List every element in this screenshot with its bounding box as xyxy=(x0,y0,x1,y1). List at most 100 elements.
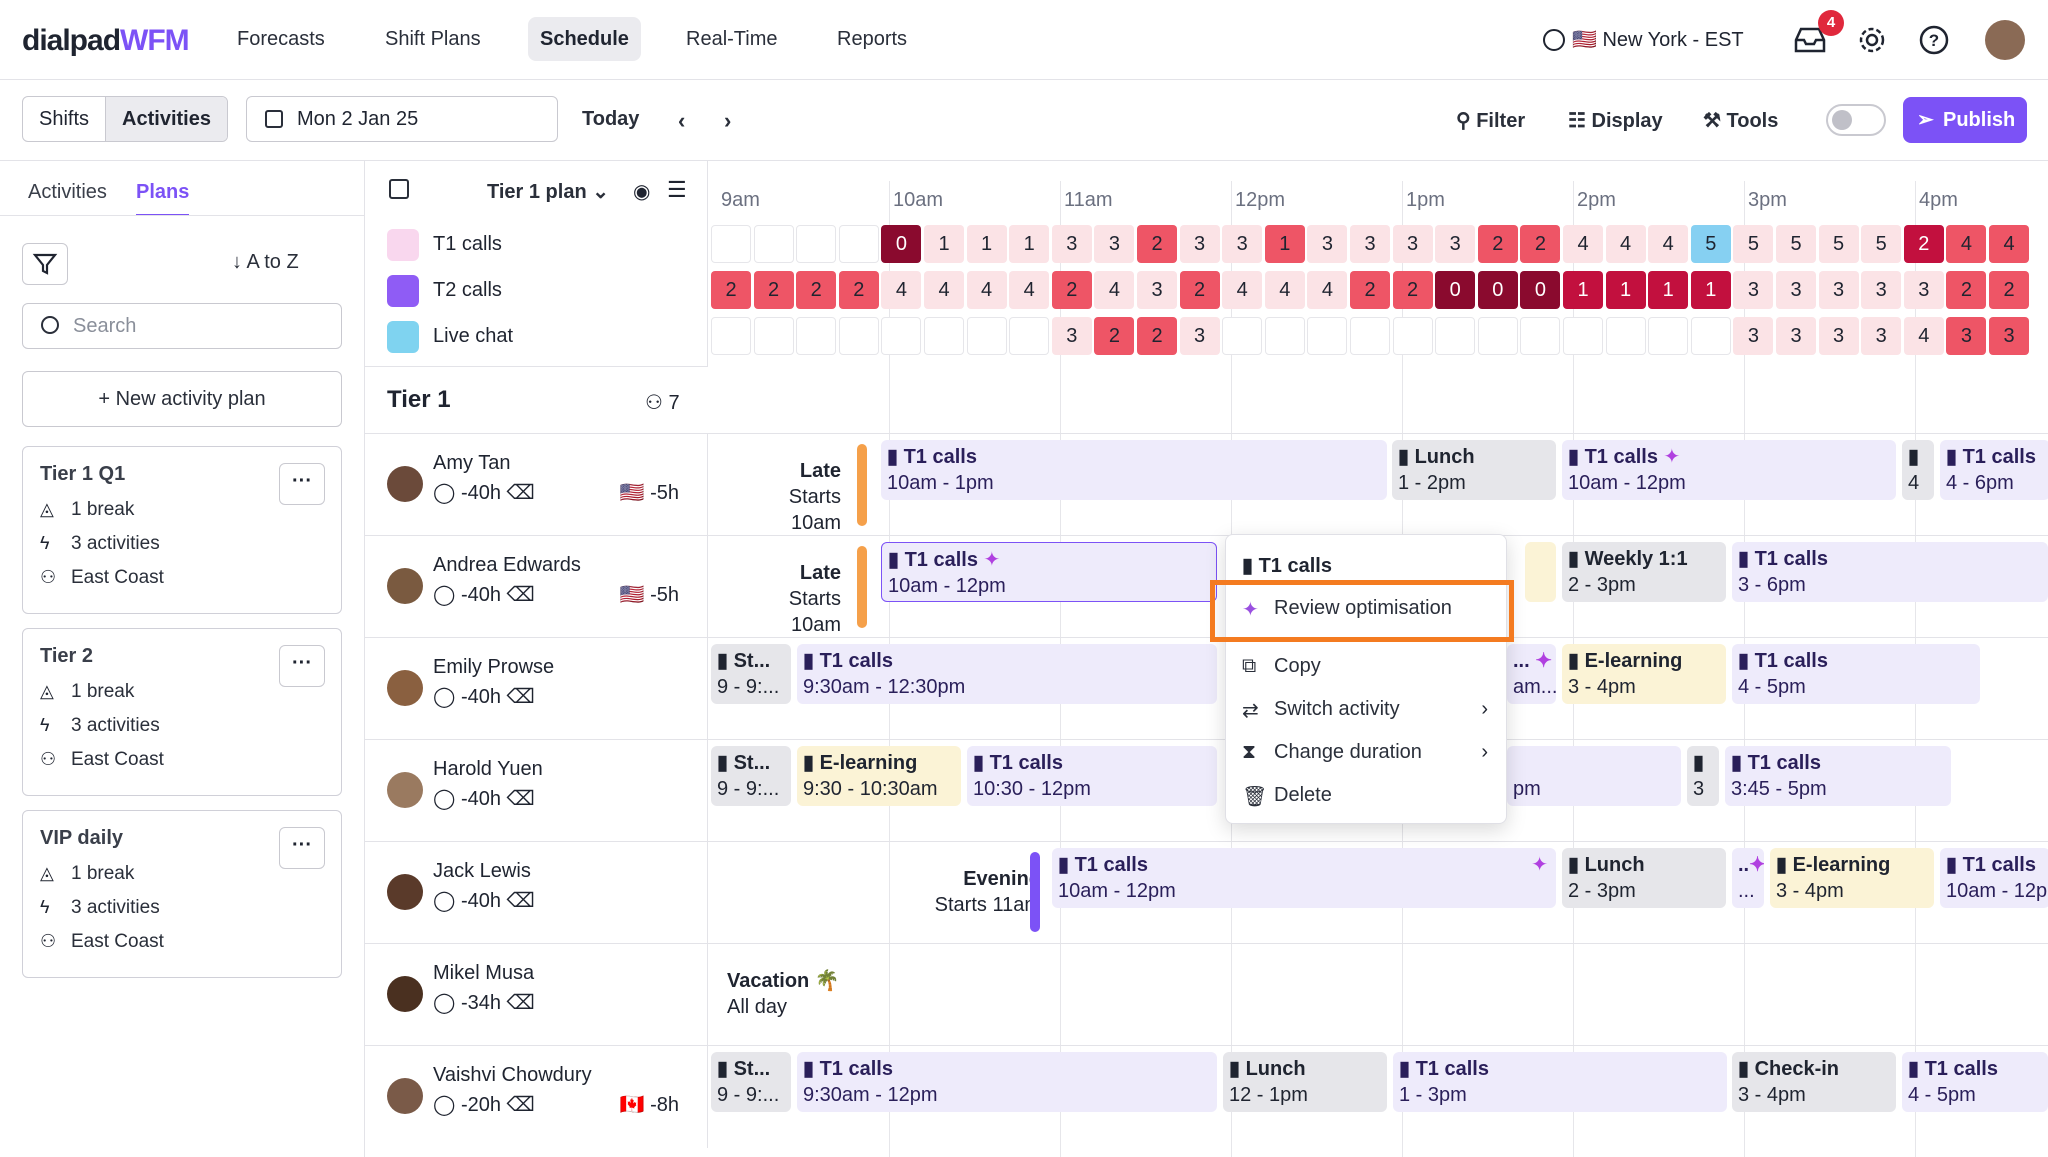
toolbar-toggle[interactable] xyxy=(1826,104,1886,136)
building-icon xyxy=(387,275,419,307)
activity-block[interactable]: ▮ T1 calls 4 - 6pm xyxy=(1940,440,2048,500)
nav-tab-forecasts[interactable]: Forecasts xyxy=(225,17,337,61)
more-button[interactable]: ··· xyxy=(279,463,325,505)
timezone-selector[interactable]: 🇺🇸 New York - EST xyxy=(1572,27,1744,52)
employee-name[interactable]: Harold Yuen xyxy=(433,758,543,781)
activity-block[interactable]: ▮ E-learning 3 - 4pm xyxy=(1770,848,1934,908)
activity-block[interactable]: ▮ T1 calls 10am - 1pm xyxy=(881,440,1387,500)
tools-button[interactable]: ⚒ Tools xyxy=(1703,108,1778,133)
search-input[interactable]: Search xyxy=(22,303,342,349)
activity-block[interactable]: ▮ Check-in 3 - 4pm xyxy=(1732,1052,1896,1112)
nav-tab-reports[interactable]: Reports xyxy=(825,17,919,61)
activity-block[interactable]: ▮ T1 calls 3 - 6pm xyxy=(1732,542,2048,602)
employee-name[interactable]: Andrea Edwards xyxy=(433,554,581,577)
activity-block[interactable]: ▮ St... 9 - 9:... xyxy=(711,1052,791,1112)
employee-name[interactable]: Amy Tan xyxy=(433,452,510,475)
selected-activity-block[interactable]: ▮ T1 calls ✦ 10am - 12pm xyxy=(881,542,1217,602)
activity-block[interactable]: ▮ Lunch 2 - 3pm xyxy=(1562,848,1726,908)
prev-icon[interactable]: ‹ xyxy=(678,108,685,134)
coverage-cell: 3 xyxy=(1946,317,1987,355)
coverage-cell: 3 xyxy=(1733,317,1774,355)
activity-block[interactable]: ..✦... xyxy=(1732,848,1764,908)
filter-button[interactable]: ⚲ Filter xyxy=(1456,108,1525,133)
activity-block[interactable]: ▮ Lunch 12 - 1pm xyxy=(1223,1052,1387,1112)
employee-name[interactable]: Mikel Musa xyxy=(433,962,534,985)
employee-hours: ◯ -40h ⌫ xyxy=(433,788,535,810)
shift-bar[interactable] xyxy=(857,546,867,628)
shifts-view-button[interactable]: Shifts xyxy=(23,97,105,141)
tab-activities[interactable]: Activities xyxy=(28,181,107,204)
coverage-cell: 4 xyxy=(966,271,1007,309)
employee-name[interactable]: Emily Prowse xyxy=(433,656,554,679)
coverage-cell: 3 xyxy=(1861,271,1902,309)
svg-text:?: ? xyxy=(1929,31,1939,50)
sidebar-filter-button[interactable] xyxy=(22,243,68,285)
activity-block[interactable]: ▮ T1 calls 4 - 5pm xyxy=(1732,644,1980,704)
settings-sliders-icon[interactable]: ☰ xyxy=(667,177,687,203)
activity-block[interactable]: ▮ T1 calls 9:30am - 12:30pm xyxy=(797,644,1217,704)
nav-tab-real-time[interactable]: Real-Time xyxy=(674,17,790,61)
activity-block[interactable]: ▮ T1 calls 10:30 - 12pm xyxy=(967,746,1217,806)
plan-card[interactable]: Tier 1 Q1 ··· ◬ 1 break ϟ 3 activities ⚇ Ea… xyxy=(22,446,342,614)
employee-row: Andrea Edwards ◯ -40h ⌫ 🇺🇸 -5h Late Start… xyxy=(365,535,2048,638)
coverage-cell: 3 xyxy=(1435,225,1476,263)
activity-block[interactable]: ▮ T1 calls 4 - 5pm xyxy=(1902,1052,2048,1112)
activity-block[interactable]: ▮ Weekly 1:1 2 - 3pm xyxy=(1562,542,1726,602)
change-duration-item[interactable]: Change duration xyxy=(1274,741,1422,764)
nav-tab-schedule[interactable]: Schedule xyxy=(528,17,641,61)
activity-block[interactable] xyxy=(1525,542,1556,602)
gear-icon[interactable] xyxy=(1852,20,1892,60)
collapse-icon[interactable] xyxy=(389,179,409,199)
activity-block[interactable]: ▮ T1 calls ✦ 10am - 12pm xyxy=(1562,440,1896,500)
activity-block[interactable]: ▮ E-learning 9:30 - 10:30am xyxy=(797,746,961,806)
date-picker[interactable]: Mon 2 Jan 25 xyxy=(246,96,558,142)
publish-button[interactable]: ➢ Publish xyxy=(1903,97,2027,143)
help-icon[interactable]: ? xyxy=(1914,20,1954,60)
coverage-cell: 1 xyxy=(1648,271,1689,309)
activity-block[interactable]: ▮ T1 calls ✦ 10am - 12pm xyxy=(1052,848,1556,908)
chat-icon xyxy=(387,321,419,353)
context-menu: ▮ T1 calls ✦ Review optimisation ⧉ Copy … xyxy=(1225,534,1508,824)
app-logo[interactable]: dialpadWFM xyxy=(22,24,190,58)
delete-item[interactable]: Delete xyxy=(1274,784,1332,807)
activity-block[interactable]: ▮ T1 calls 10am - 12p xyxy=(1940,848,2048,908)
display-button[interactable]: ☷ Display xyxy=(1568,108,1663,133)
activities-view-button[interactable]: Activities xyxy=(105,97,227,141)
plan-card[interactable]: Tier 2 ··· ◬ 1 break ϟ 3 activities ⚇ East … xyxy=(22,628,342,796)
activity-block[interactable]: ▮ E-learning 3 - 4pm xyxy=(1562,644,1726,704)
user-avatar[interactable] xyxy=(1985,20,2025,60)
activity-block[interactable]: ▮ T1 calls 9:30am - 12pm xyxy=(797,1052,1217,1112)
employee-name[interactable]: Vaishvi Chowdury xyxy=(433,1064,592,1087)
tab-plans[interactable]: Plans xyxy=(136,181,190,216)
activity-plan-header: Tier 1 plan ⌄ ◉ ☰ T1 calls T2 calls Live… xyxy=(365,161,708,367)
shift-bar[interactable] xyxy=(857,444,867,526)
filter-icon: ⚲ xyxy=(1456,110,1471,132)
activity-block[interactable]: ▮ T1 calls 3:45 - 5pm xyxy=(1725,746,1951,806)
next-icon[interactable]: › xyxy=(724,108,731,134)
employee-name[interactable]: Jack Lewis xyxy=(433,860,531,883)
plan-card[interactable]: VIP daily ··· ◬ 1 break ϟ 3 activities ⚇ Ea… xyxy=(22,810,342,978)
activity-block[interactable]: pm xyxy=(1507,746,1681,806)
today-button[interactable]: Today xyxy=(582,108,639,131)
activity-block[interactable]: ▮ 4 xyxy=(1902,440,1934,500)
plan-selector[interactable]: Tier 1 plan ⌄ xyxy=(487,179,609,204)
activity-block[interactable]: ▮ St... 9 - 9:... xyxy=(711,644,791,704)
toolbar: Shifts Activities Mon 2 Jan 25 Today ‹ ›… xyxy=(0,80,2048,161)
activity-block[interactable]: ▮ T1 calls 1 - 3pm xyxy=(1393,1052,1727,1112)
new-activity-plan-button[interactable]: + New activity plan xyxy=(22,371,342,427)
activity-block[interactable]: ▮ Lunch 1 - 2pm xyxy=(1392,440,1556,500)
vacation-label[interactable]: Vacation 🌴 All day xyxy=(727,968,840,1020)
more-button[interactable]: ··· xyxy=(279,827,325,869)
plan-name: Tier 2 xyxy=(40,645,93,667)
switch-activity-item[interactable]: Switch activity xyxy=(1274,698,1400,721)
hourglass-icon: ⧗ xyxy=(1242,741,1257,763)
nav-tab-shift-plans[interactable]: Shift Plans xyxy=(373,17,493,61)
activity-block[interactable]: ... ✦ am... xyxy=(1507,644,1556,704)
sort-button[interactable]: ↓ A to Z xyxy=(232,251,299,274)
more-button[interactable]: ··· xyxy=(279,645,325,687)
copy-item[interactable]: Copy xyxy=(1274,655,1321,678)
activity-block[interactable]: ▮ 3 xyxy=(1687,746,1719,806)
activity-block[interactable]: ▮ St... 9 - 9:... xyxy=(711,746,791,806)
eye-icon[interactable]: ◉ xyxy=(633,179,650,204)
shift-bar[interactable] xyxy=(1030,852,1040,932)
